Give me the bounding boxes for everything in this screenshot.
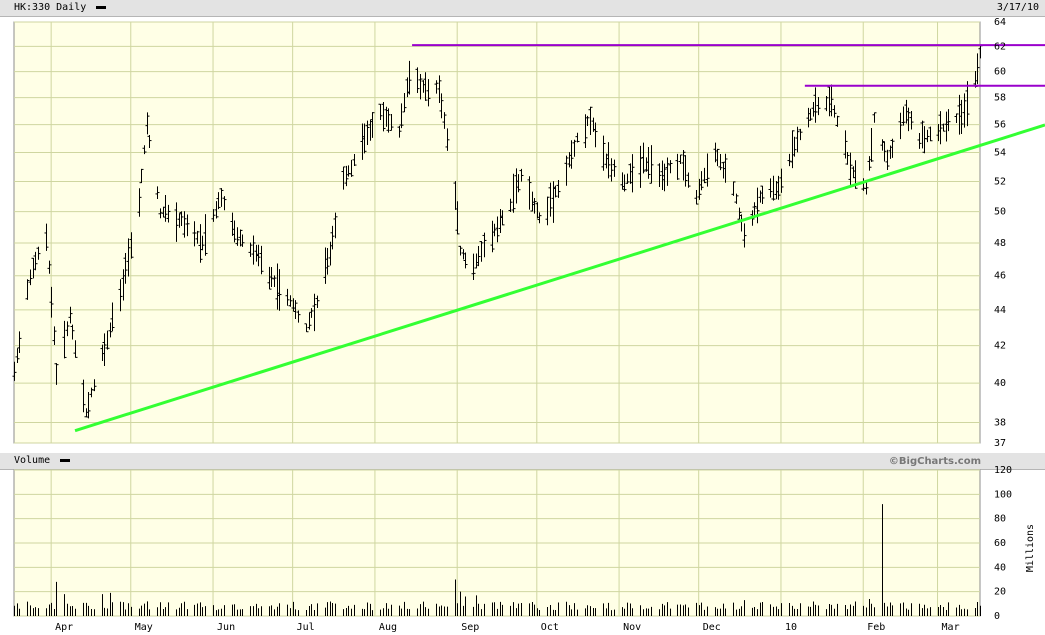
price-tick-label: 40 xyxy=(994,378,1006,389)
volume-tick-label: 0 xyxy=(994,611,1000,622)
month-tick-label: Feb xyxy=(867,622,885,633)
price-tick-label: 54 xyxy=(994,148,1006,159)
volume-tick-label: 80 xyxy=(994,514,1006,525)
price-tick-label: 60 xyxy=(994,67,1006,78)
price-tick-label: 38 xyxy=(994,418,1006,429)
volume-tick-label: 20 xyxy=(994,587,1006,598)
price-tick-label: 50 xyxy=(994,207,1006,218)
volume-tick-label: 100 xyxy=(994,489,1012,500)
month-tick-label: Sep xyxy=(461,622,479,633)
price-tick-label: 48 xyxy=(994,238,1006,249)
price-tick-label: 46 xyxy=(994,271,1006,282)
month-tick-label: Aug xyxy=(379,622,397,633)
month-tick-label: Nov xyxy=(623,622,641,633)
month-tick-label: 10 xyxy=(785,622,797,633)
volume-tick-label: 40 xyxy=(994,562,1006,573)
volume-axis-label: Millions xyxy=(1025,524,1036,572)
volume-tick-label: 120 xyxy=(994,465,1012,476)
price-tick-label: 62 xyxy=(994,41,1006,52)
volume-tick-label: 60 xyxy=(994,538,1006,549)
month-tick-label: Jul xyxy=(297,622,315,633)
month-tick-label: May xyxy=(135,622,153,633)
price-tick-label: 56 xyxy=(994,120,1006,131)
month-tick-label: Apr xyxy=(55,622,73,633)
price-tick-label: 58 xyxy=(994,93,1006,104)
month-tick-label: Mar xyxy=(942,622,960,633)
price-tick-label: 42 xyxy=(994,341,1006,352)
price-tick-label: 37 xyxy=(994,438,1006,449)
price-tick-label: 44 xyxy=(994,305,1006,316)
month-tick-label: Dec xyxy=(703,622,721,633)
price-tick-label: 52 xyxy=(994,177,1006,188)
month-tick-label: Jun xyxy=(217,622,235,633)
month-tick-label: Oct xyxy=(541,622,559,633)
price-tick-label: 64 xyxy=(994,17,1006,28)
stock-chart: 6462605856545250484644424038371201008060… xyxy=(12,17,1045,633)
